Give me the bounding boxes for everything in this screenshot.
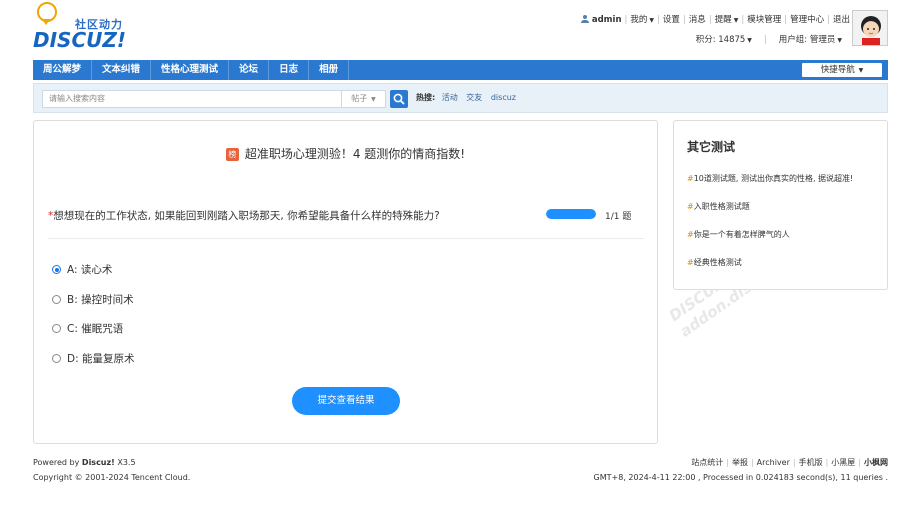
radio-button[interactable] [52,324,61,333]
chevron-down-icon: ▼ [733,17,739,24]
logo-bubble-icon [37,2,57,25]
radio-button[interactable] [52,265,61,274]
other-test-label: 入职性格测试题 [693,202,750,211]
chevron-down-icon: ▼ [649,17,655,24]
hot-word-link[interactable]: 活动 [442,93,458,102]
avatar[interactable] [852,10,888,46]
admin-center-link[interactable]: 管理中心 [790,15,824,25]
quiz-progress-fill [546,209,596,219]
usergroup-link[interactable]: 用户组: 管理员 [779,35,836,45]
hash-mark: # [687,258,694,267]
site-logo[interactable]: 社区动力 DISCUZ! [33,2,143,52]
hash-mark: # [687,202,694,211]
avatar-image [853,11,887,45]
footer-site-name[interactable]: 小枫网 [864,458,888,467]
header: 社区动力 DISCUZ! admin | 我的 ▼ | 设置 | 消息 | 提醒 ▼ | 模块管理 | 管理… [0,0,910,58]
my-link[interactable]: 我的 [630,15,647,25]
nav-item-forum[interactable]: 论坛 [229,60,270,80]
chevron-down-icon: ▼ [369,96,376,103]
option-label: B: 操控时间术 [67,294,134,306]
option-c[interactable]: C: 催眠咒语 [52,321,123,336]
other-test-link[interactable]: #入职性格测试题 [687,201,750,212]
footer-right: 站点统计 | 举报 | Archiver | 手机版 | 小黑屋 | 小枫网 GMT+8, 2024… [594,455,888,485]
logo-wordmark: DISCUZ! [33,28,126,52]
other-test-link[interactable]: #你是一个有着怎样脾气的人 [687,229,790,240]
other-tests-title: 其它测试 [687,140,736,154]
user-icon [580,15,589,23]
nav-item-blog[interactable]: 日志 [269,60,310,80]
hash-mark: # [687,174,694,183]
search-type-label: 帖子 [351,94,368,103]
other-tests-panel: 其它测试 #10道测试题, 测试出你真实的性格, 据说超准! #入职性格测试题 … [673,120,888,290]
username-link[interactable]: admin [592,15,622,25]
other-test-link[interactable]: #经典性格测试 [687,257,742,268]
quick-nav-button[interactable]: 快捷导航 ▼ [802,63,882,77]
chevron-down-icon: ▼ [747,37,752,44]
quiz-progress-bar [546,209,596,219]
other-test-label: 10道测试题, 测试出你真实的性格, 据说超准! [693,174,854,183]
footer-left: Powered by Discuz! X3.5 Copyright © 2001… [33,455,190,485]
search-bar: 请输入搜索内容 帖子 ▼ 热搜: 活动 交友 discuz [33,83,888,113]
option-b[interactable]: B: 操控时间术 [52,292,134,307]
radio-button[interactable] [52,295,61,304]
discuz-link[interactable]: Discuz! [82,458,115,467]
hot-search: 热搜: 活动 交友 discuz [416,92,522,103]
radio-button[interactable] [52,354,61,363]
messages-link[interactable]: 消息 [689,15,706,25]
nav-item-personality-test[interactable]: 性格心理测试 [151,60,230,80]
quiz-title: 榜超准职场心理测验！4 题测你的情商指数! [34,145,657,162]
footer-link-blacklist[interactable]: 小黑屋 [831,458,855,467]
footer-link-report[interactable]: 举报 [732,458,748,467]
chevron-down-icon: ▼ [837,37,842,44]
copyright: Copyright © 2001-2024 Tencent Cloud. [33,473,191,482]
hot-word-link[interactable]: discuz [491,93,516,102]
nav-item-album[interactable]: 相册 [309,60,350,80]
question-label: 想想现在的工作状态, 如果能回到刚踏入职场那天, 你希望能具备什么样的特殊能力? [53,210,440,222]
powered-by: Powered by Discuz! X3.5 [33,458,136,467]
footer-links: 站点统计 | 举报 | Archiver | 手机版 | 小黑屋 | 小枫网 [691,458,888,467]
notifications-link[interactable]: 提醒 [715,15,732,25]
option-label: A: 读心术 [67,264,113,276]
other-test-label: 你是一个有着怎样脾气的人 [693,230,790,239]
other-test-link[interactable]: #10道测试题, 测试出你真实的性格, 据说超准! [687,173,853,184]
divider [48,238,644,239]
nav-item-text-correct[interactable]: 文本纠错 [92,60,152,80]
quiz-progress-count: 1/1 题 [605,212,632,222]
search-type-select[interactable]: 帖子 ▼ [341,90,386,108]
hash-mark: # [687,230,694,239]
footer-link-stats[interactable]: 站点统计 [691,458,723,467]
other-test-label: 经典性格测试 [693,258,742,267]
option-label: D: 能量复原术 [67,353,135,365]
search-input[interactable]: 请输入搜索内容 [42,90,342,108]
footer-link-archiver[interactable]: Archiver [757,458,790,467]
quiz-title-text: 超准职场心理测验！4 题测你的情商指数! [244,147,466,161]
module-manage-link[interactable]: 模块管理 [747,15,781,25]
quick-nav-label: 快捷导航 [820,65,855,75]
option-d[interactable]: D: 能量复原术 [52,351,134,366]
user-stats: 积分: 14875 ▼ | 用户组: 管理员 ▼ [695,35,842,45]
quiz-badge-icon: 榜 [225,148,239,161]
top-user-nav: admin | 我的 ▼ | 设置 | 消息 | 提醒 ▼ | 模块管理 | 管理中心 | 退出 [580,13,850,25]
quiz-panel: 榜超准职场心理测验！4 题测你的情商指数! *想想现在的工作状态, 如果能回到刚… [33,120,658,444]
submit-button[interactable]: 提交查看结果 [292,387,400,415]
points-link[interactable]: 积分: 14875 [696,35,746,45]
nav-item-dream[interactable]: 周公解梦 [33,60,93,80]
hot-word-link[interactable]: 交友 [466,93,482,102]
main-nav: 周公解梦 文本纠错 性格心理测试 论坛 日志 相册 快捷导航 ▼ [33,60,888,80]
hot-search-label: 热搜: [416,93,436,102]
search-icon [393,93,405,105]
footer-link-mobile[interactable]: 手机版 [799,458,823,467]
chevron-down-icon: ▼ [856,67,864,74]
search-button[interactable] [390,90,408,108]
option-a[interactable]: A: 读心术 [52,262,112,277]
option-label: C: 催眠咒语 [67,323,124,335]
question-text: *想想现在的工作状态, 如果能回到刚踏入职场那天, 你希望能具备什么样的特殊能力… [48,208,440,223]
footer-stats: GMT+8, 2024-4-11 22:00 , Processed in 0.… [593,473,888,482]
logout-link[interactable]: 退出 [833,15,850,25]
settings-link[interactable]: 设置 [663,15,680,25]
